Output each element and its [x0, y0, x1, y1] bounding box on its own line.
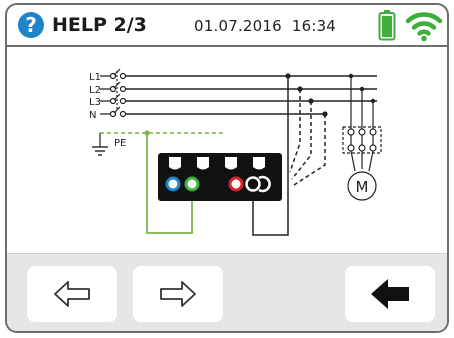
arrow-right-outline-icon [160, 281, 196, 307]
back-button[interactable] [345, 266, 435, 322]
help-icon: ? [18, 12, 44, 38]
date-text: 01.07.2016 [194, 17, 282, 35]
label-l3: L3 [89, 97, 101, 108]
instrument-connector [158, 153, 282, 201]
bus-lines [126, 75, 377, 115]
probe-leads [289, 89, 326, 186]
main-switch [100, 68, 127, 118]
status-bar: ? HELP 2/3 01.07.2016 16:34 [7, 5, 447, 47]
next-page-button[interactable] [133, 266, 223, 322]
footer-toolbar [7, 253, 447, 331]
page-title: HELP 2/3 [52, 14, 147, 36]
label-l1: L1 [89, 72, 101, 83]
label-l2: L2 [89, 85, 101, 96]
time-text: 16:34 [291, 17, 337, 35]
motor-label: M [356, 178, 369, 196]
wiring-diagram: L1 L2 L3 N M PE [89, 68, 382, 236]
label-n: N [89, 110, 96, 121]
wifi-icon [405, 12, 443, 42]
instrument-screen: ? HELP 2/3 01.07.2016 16:34 L1 L2 L3 N M… [5, 3, 449, 333]
arrow-left-outline-icon [54, 281, 90, 307]
label-pe: PE [114, 138, 126, 149]
battery-full-icon [378, 10, 396, 41]
arrow-left-solid-icon [371, 279, 409, 309]
prev-page-button[interactable] [27, 266, 117, 322]
datetime: 01.07.2016 16:34 [194, 17, 336, 35]
